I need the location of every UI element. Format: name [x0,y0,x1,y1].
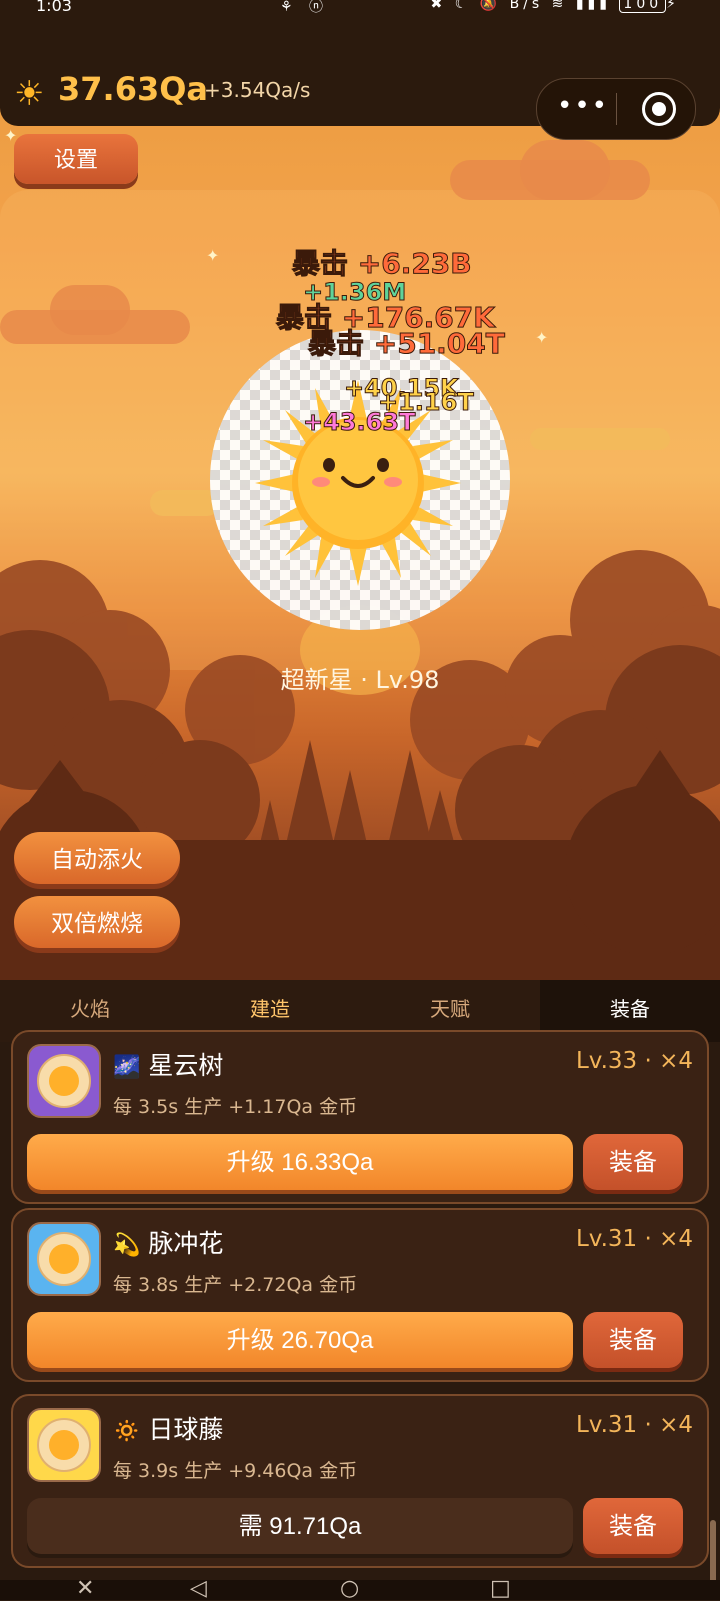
sparkle-icon: ✦ [206,246,220,265]
header-bar: ☀ 37.63Qa +3.54Qa/s ••• [0,22,720,140]
floating-damage-text: 暴击 +6.23B [292,247,473,281]
android-nav-bar: ✕ ◁ ○ □ [0,1576,720,1601]
building-card: 🌌 星云树 Lv.33 · ×4 每 3.5s 生产 +1.17Qa 金币 升级 … [11,1030,709,1204]
building-production: 每 3.9s 生产 +9.46Qa 金币 [113,1460,358,1482]
sparkle-icon: ✦ [535,328,549,347]
nebula-icon: 🌌 [113,1055,141,1080]
equip-button[interactable]: 装备 [583,1498,683,1554]
building-production: 每 3.8s 生产 +2.72Qa 金币 [113,1274,358,1296]
miniprogram-capsule: ••• [536,78,696,140]
building-thumbnail [27,1044,101,1118]
building-level: Lv.31 · ×4 [575,1226,693,1252]
cloud [50,285,130,335]
system-status-bar: 1:03 ⚘ ⓝ ✖ ☾ 🔕 B/s ≋ ▮▮▮ 100 ⚡ [0,0,720,22]
dizzy-star-icon: 💫 [113,1233,141,1258]
sun-badge-icon [37,1232,91,1286]
clock: 1:03 [36,0,72,15]
sun-badge-icon [37,1054,91,1108]
building-level: Lv.33 · ×4 [575,1048,693,1074]
income-rate: +3.54Qa/s [204,78,311,102]
floating-damage-text: +43.63T [302,408,416,437]
building-thumbnail [27,1222,101,1296]
recent-apps-icon[interactable]: □ [490,1576,511,1601]
home-nav-icon[interactable]: ○ [340,1576,359,1601]
upgrade-button-disabled[interactable]: 需 91.71Qa [27,1498,573,1554]
floating-damage-text: 暴击 +51.04T [308,327,506,361]
back-nav-icon[interactable]: ◁ [190,1576,207,1601]
cloud [150,490,220,516]
close-nav-icon[interactable]: ✕ [76,1576,94,1601]
currency-amount: 37.63Qa [58,70,209,108]
capsule-divider [616,93,617,125]
cloud [530,428,670,450]
building-card: 🔅 日球藤 Lv.31 · ×4 每 3.9s 生产 +9.46Qa 金币 需 9… [11,1394,709,1568]
star-level-label: 超新星 · Lv.98 [280,666,440,694]
building-name: 🌌 星云树 [113,1051,224,1080]
notification-icons: ⚘ ⓝ [280,0,330,15]
building-name: 🔅 日球藤 [113,1415,224,1444]
more-icon[interactable]: ••• [555,93,611,119]
cloud [520,140,610,200]
equip-button[interactable]: 装备 [583,1134,683,1190]
upgrade-button[interactable]: 升级 16.33Qa [27,1134,573,1190]
building-name: 💫 脉冲花 [113,1229,224,1258]
building-production: 每 3.5s 生产 +1.17Qa 金币 [113,1096,358,1118]
low-brightness-icon: 🔅 [113,1419,141,1444]
system-icons: ✖ ☾ 🔕 B/s ≋ ▮▮▮ 100 ⚡ [431,0,680,13]
building-level: Lv.31 · ×4 [575,1412,693,1438]
sun-icon: ☀ [14,74,45,114]
sun-badge-icon [37,1418,91,1472]
close-miniprogram-icon[interactable] [642,92,676,126]
settings-button[interactable]: 设置 [14,134,138,184]
equip-button[interactable]: 装备 [583,1312,683,1368]
double-burn-button[interactable]: 双倍燃烧 [14,896,180,948]
building-list[interactable]: 🌌 星云树 Lv.33 · ×4 每 3.5s 生产 +1.17Qa 金币 升级 … [0,1030,720,1600]
battery-icon: 100 [619,0,667,13]
building-card: 💫 脉冲花 Lv.31 · ×4 每 3.8s 生产 +2.72Qa 金币 升级 … [11,1208,709,1382]
upgrade-button[interactable]: 升级 26.70Qa [27,1312,573,1368]
auto-fuel-button[interactable]: 自动添火 [14,832,180,884]
building-thumbnail [27,1408,101,1482]
